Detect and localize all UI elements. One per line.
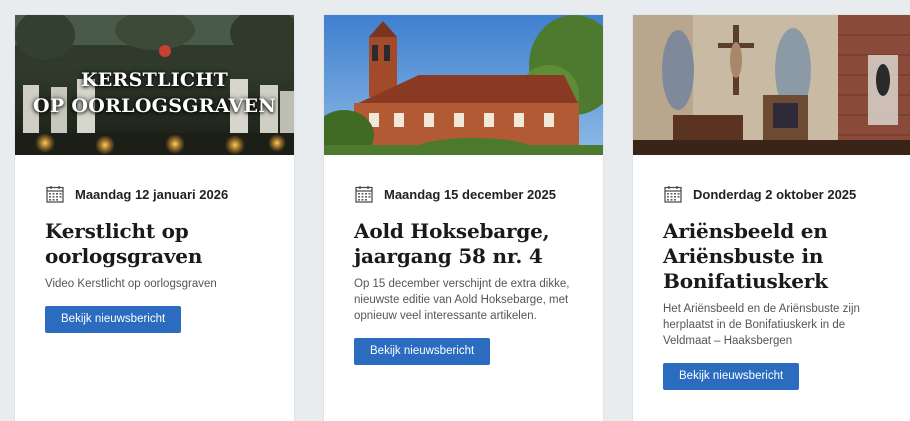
- calendar-icon: [664, 186, 682, 203]
- news-title[interactable]: Kerstlicht op oorlogsgraven: [45, 219, 264, 269]
- view-news-button[interactable]: Bekijk nieuwsbericht: [663, 363, 800, 390]
- news-card: Donderdag 2 oktober 2025 Ariënsbeeld en …: [633, 15, 910, 421]
- news-date: Maandag 12 januari 2026: [75, 186, 229, 202]
- date-row: Maandag 15 december 2025: [354, 185, 573, 203]
- news-excerpt: Het Ariënsbeeld en de Ariënsbuste zijn h…: [663, 303, 860, 347]
- news-title[interactable]: Ariënsbeeld en Ariënsbuste in Bonifatius…: [663, 219, 880, 294]
- news-date: Donderdag 2 oktober 2025: [693, 186, 857, 202]
- view-news-button[interactable]: Bekijk nieuwsbericht: [45, 306, 182, 333]
- news-date: Maandag 15 december 2025: [384, 186, 556, 202]
- date-row: Donderdag 2 oktober 2025: [663, 185, 880, 203]
- calendar-icon: [46, 186, 64, 203]
- calendar-icon: [355, 186, 373, 203]
- news-grid: KERSTLICHT OP OORLOGSGRAVEN Maandag 12 j…: [0, 0, 910, 421]
- news-excerpt: Video Kerstlicht op oorlogsgraven: [45, 278, 217, 290]
- news-image-building[interactable]: [324, 15, 603, 155]
- overlay-title-line-2: OP OORLOGSGRAVEN: [33, 95, 276, 117]
- overlay-title-line-1: KERSTLICHT: [80, 69, 229, 91]
- news-image-war-graves[interactable]: KERSTLICHT OP OORLOGSGRAVEN: [15, 15, 294, 155]
- news-card: Maandag 15 december 2025 Aold Hoksebarge…: [324, 15, 603, 421]
- news-title[interactable]: Aold Hoksebarge, jaargang 58 nr. 4: [354, 219, 573, 269]
- date-row: Maandag 12 januari 2026: [45, 185, 264, 203]
- news-card: KERSTLICHT OP OORLOGSGRAVEN Maandag 12 j…: [15, 15, 294, 421]
- view-news-button[interactable]: Bekijk nieuwsbericht: [354, 338, 491, 365]
- news-excerpt: Op 15 december verschijnt de extra dikke…: [354, 278, 570, 322]
- news-image-church-interior[interactable]: [633, 15, 910, 155]
- image-overlay-title: KERSTLICHT OP OORLOGSGRAVEN: [15, 67, 294, 119]
